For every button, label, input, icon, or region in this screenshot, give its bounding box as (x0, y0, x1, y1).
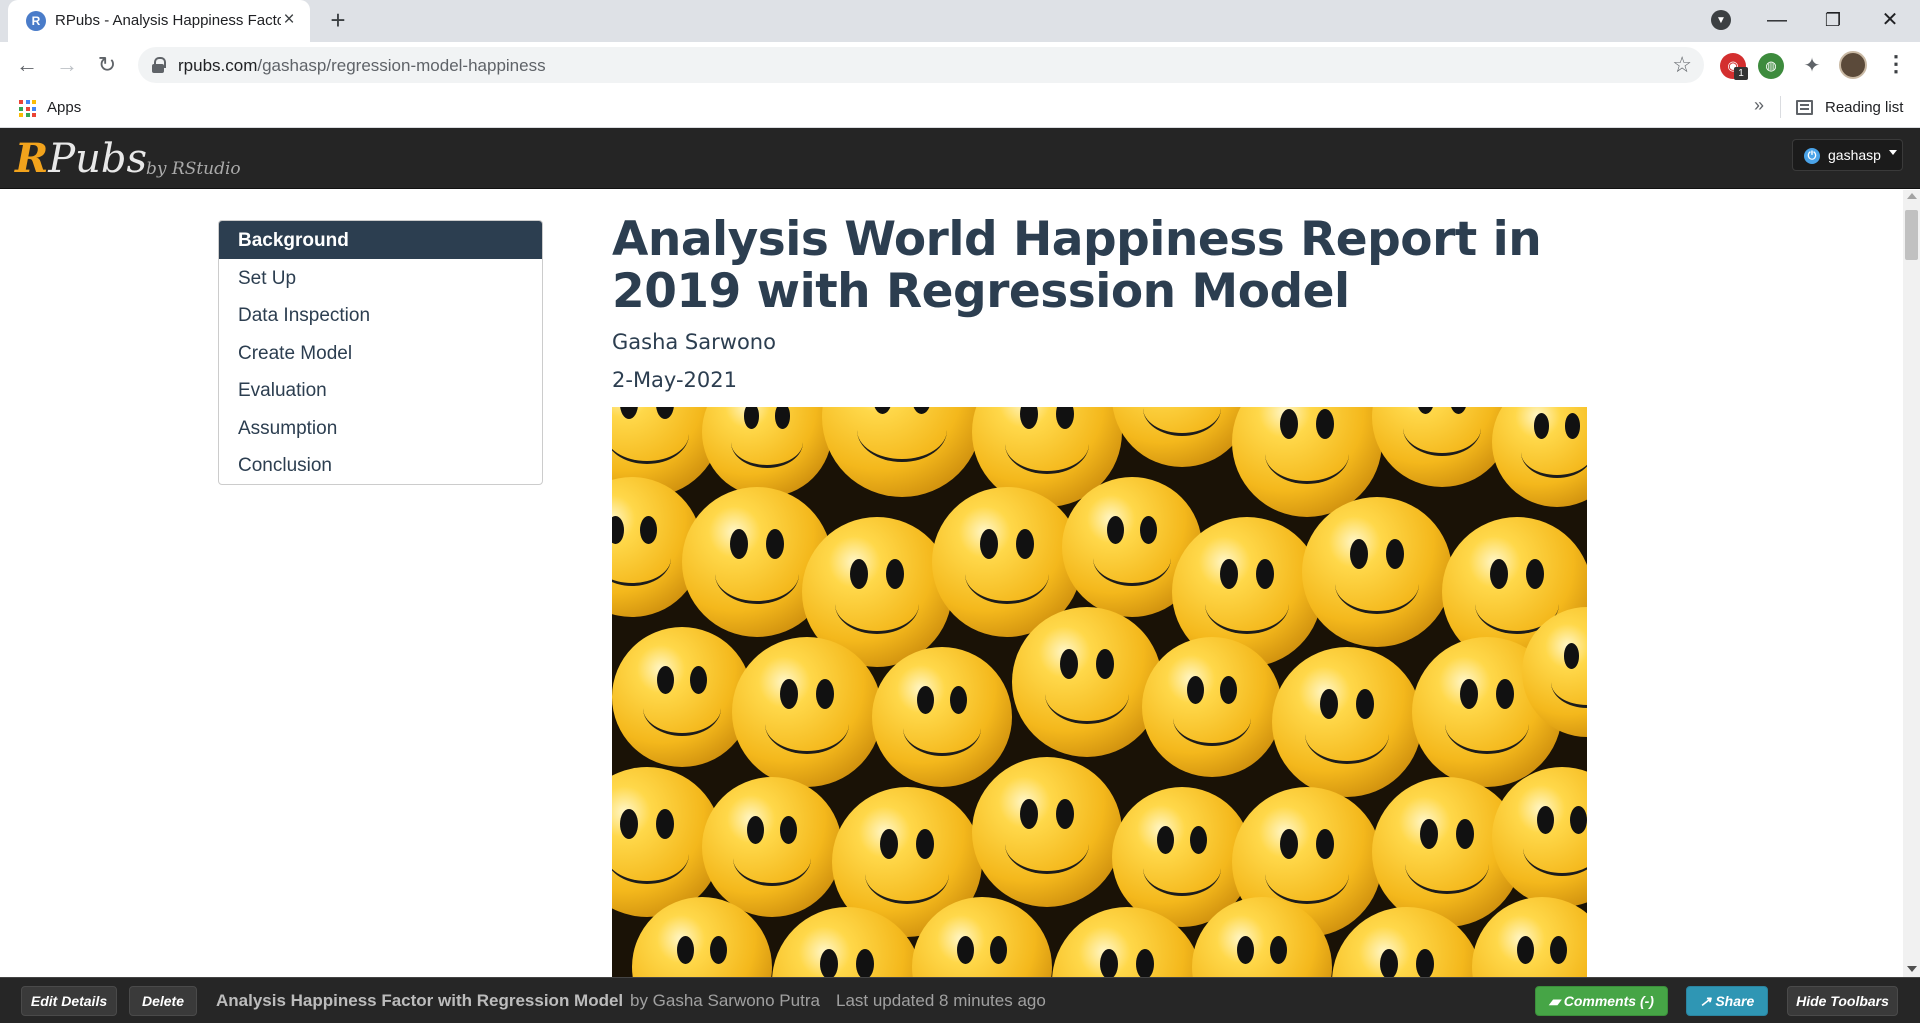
user-menu-button[interactable]: ⏻ gashasp (1792, 139, 1903, 171)
smiley-ball (1372, 407, 1512, 487)
reading-list-button[interactable]: Reading list (1825, 99, 1903, 116)
bookmarks-bar: Apps » Reading list (0, 88, 1920, 128)
bottom-author: by Gasha Sarwono Putra (630, 991, 820, 1010)
close-window-icon[interactable]: ✕ (1875, 6, 1905, 36)
smiley-balls-image (612, 407, 1587, 977)
share-label: Share (1715, 993, 1755, 1009)
edit-details-button[interactable]: Edit Details (21, 986, 117, 1016)
document-author: Gasha Sarwono (612, 330, 776, 354)
browser-toolbar: ← → ↻ rpubs.com/gashasp/regression-model… (0, 42, 1920, 88)
toc-item-conclusion[interactable]: Conclusion (219, 446, 542, 484)
address-bar[interactable]: rpubs.com/gashasp/regression-model-happi… (138, 47, 1704, 83)
tab-strip: R RPubs - Analysis Happiness Factor with… (0, 0, 1920, 42)
new-tab-button[interactable]: + (324, 7, 352, 35)
comments-button[interactable]: ▰ Comments (-) (1535, 986, 1668, 1016)
share-icon: ↗ (1699, 993, 1716, 1009)
smiley-ball (1012, 607, 1162, 757)
lock-icon (152, 57, 166, 73)
table-of-contents: Background Set Up Data Inspection Create… (218, 220, 543, 485)
delete-button[interactable]: Delete (129, 986, 197, 1016)
smiley-ball (702, 777, 842, 917)
toc-item-assumption[interactable]: Assumption (219, 409, 542, 447)
comment-icon: ▰ (1549, 993, 1564, 1009)
rpubs-logo[interactable]: RPubs (15, 135, 147, 182)
profile-avatar[interactable] (1839, 51, 1867, 79)
smiley-ball (702, 407, 832, 497)
smiley-ball (1142, 637, 1282, 777)
rpubs-header: RPubs by RStudio ⏻ gashasp (0, 128, 1920, 189)
close-tab-icon[interactable]: × (278, 9, 300, 31)
share-button[interactable]: ↗ Share (1686, 986, 1768, 1016)
document-date: 2-May-2021 (612, 368, 738, 392)
browser-tab[interactable]: R RPubs - Analysis Happiness Factor with… (8, 0, 310, 42)
rpubs-by-rstudio: by RStudio (146, 159, 241, 179)
smiley-ball (1272, 647, 1422, 797)
tab-title: RPubs - Analysis Happiness Factor with R… (55, 12, 281, 29)
smiley-ball (1302, 497, 1452, 647)
minimize-icon[interactable]: — (1762, 6, 1792, 36)
smiley-ball (822, 407, 982, 497)
restore-icon[interactable]: ❐ (1818, 6, 1848, 36)
apps-grid-icon[interactable] (19, 100, 36, 117)
username: gashasp (1828, 147, 1881, 163)
document-content: Background Set Up Data Inspection Create… (0, 190, 1903, 977)
apps-bookmark[interactable]: Apps (47, 99, 81, 116)
rpubs-bottom-toolbar: Edit Details Delete Analysis Happiness F… (0, 977, 1920, 1023)
scrollbar-thumb[interactable] (1905, 210, 1918, 260)
extensions-puzzle-icon[interactable]: ✦ (1799, 53, 1825, 79)
smiley-ball (1492, 407, 1587, 507)
toc-item-evaluation[interactable]: Evaluation (219, 371, 542, 409)
smiley-ball (732, 637, 882, 787)
toc-item-data-inspection[interactable]: Data Inspection (219, 296, 542, 334)
url-text[interactable]: rpubs.com/gashasp/regression-model-happi… (178, 56, 546, 76)
smiley-ball (1112, 407, 1252, 467)
scroll-up-icon[interactable] (1907, 193, 1917, 199)
bookmark-star-icon[interactable]: ☆ (1672, 52, 1692, 78)
caret-down-icon (1889, 150, 1897, 155)
power-icon: ⏻ (1804, 148, 1820, 164)
smiley-ball (872, 647, 1012, 787)
document-title: Analysis World Happiness Report in 2019 … (612, 212, 1542, 319)
bottom-doc-title: Analysis Happiness Factor with Regressio… (216, 991, 624, 1010)
extension-globe-icon[interactable]: ◍ (1758, 53, 1784, 79)
last-updated: Last updated 8 minutes ago (836, 991, 1046, 1010)
forward-icon[interactable]: → (52, 50, 82, 80)
smiley-ball (972, 757, 1122, 907)
reload-icon[interactable]: ↻ (92, 50, 122, 80)
scroll-down-icon[interactable] (1907, 966, 1917, 972)
bookmarks-divider (1780, 96, 1781, 118)
vertical-scrollbar[interactable] (1903, 190, 1920, 977)
toc-item-background[interactable]: Background (219, 221, 542, 259)
back-icon[interactable]: ← (12, 50, 42, 80)
tab-search-icon[interactable]: ▼ (1711, 10, 1731, 30)
hide-toolbars-button[interactable]: Hide Toolbars (1787, 986, 1898, 1016)
smiley-ball (612, 627, 752, 767)
comments-label: Comments (-) (1563, 993, 1654, 1009)
bookmarks-overflow-icon[interactable]: » (1754, 95, 1764, 116)
browser-menu-icon[interactable]: ⋮ (1885, 50, 1907, 80)
extension-badge: 1 (1734, 67, 1748, 80)
reading-list-icon[interactable] (1796, 100, 1813, 115)
toc-item-set-up[interactable]: Set Up (219, 259, 542, 297)
toc-item-create-model[interactable]: Create Model (219, 334, 542, 372)
rpubs-favicon-icon: R (26, 11, 46, 31)
